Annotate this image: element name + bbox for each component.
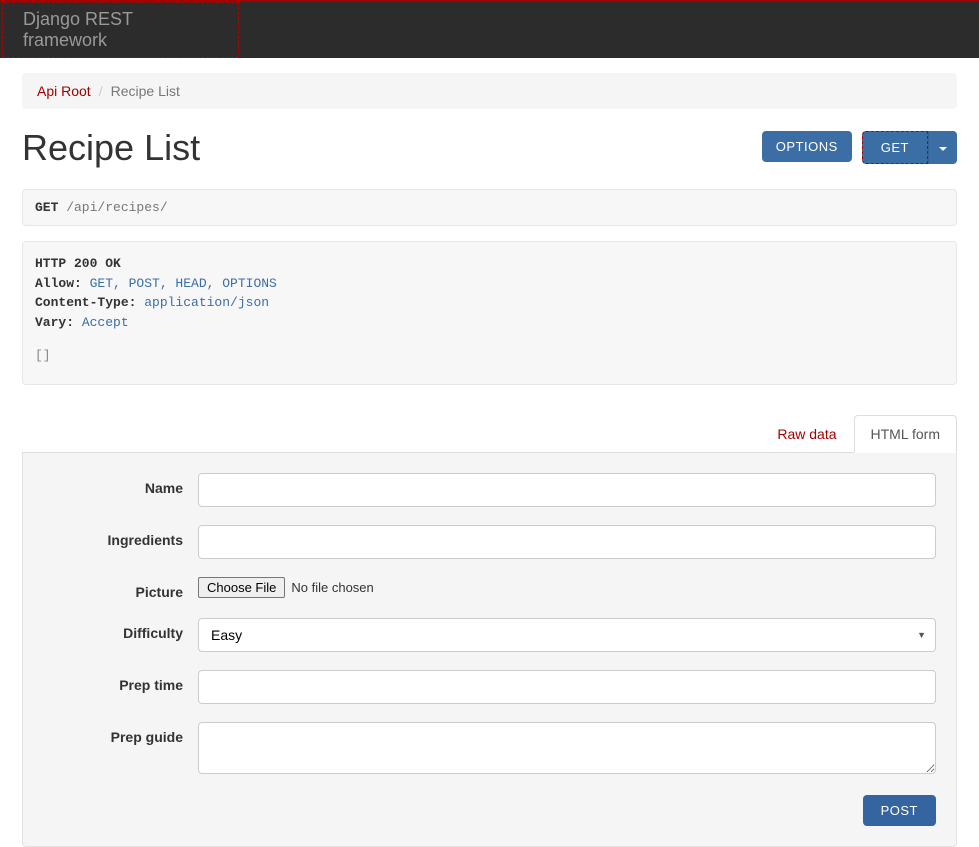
prepguide-label: Prep guide (43, 722, 198, 745)
picture-label: Picture (43, 577, 198, 600)
response-ctype-key: Content-Type: (35, 295, 136, 310)
response-body: [] (35, 346, 944, 366)
brand-link[interactable]: Django REST framework (23, 9, 218, 51)
get-button-group: GET (862, 131, 957, 164)
post-button[interactable]: POST (863, 795, 936, 826)
response-ctype-val: application/json (136, 295, 269, 310)
ingredients-input[interactable] (198, 525, 936, 559)
request-line: GET /api/recipes/ (22, 189, 957, 226)
page-title: Recipe List (22, 127, 200, 169)
response-vary-key: Vary: (35, 315, 74, 330)
request-method: GET (35, 200, 58, 215)
response-vary-val: Accept (74, 315, 129, 330)
navbar: Django REST framework (0, 0, 979, 58)
name-input[interactable] (198, 473, 936, 507)
difficulty-label: Difficulty (43, 618, 198, 641)
choose-file-button[interactable]: Choose File (198, 577, 285, 598)
form-tabs: Raw data HTML form (22, 415, 957, 453)
breadcrumb-separator: / (96, 83, 106, 99)
options-button[interactable]: OPTIONS (762, 131, 852, 162)
get-dropdown-toggle[interactable] (928, 131, 957, 164)
request-path: /api/recipes/ (58, 200, 167, 215)
brand-highlight-box: Django REST framework (2, 2, 239, 58)
preptime-label: Prep time (43, 670, 198, 693)
action-buttons: OPTIONS GET (762, 131, 957, 164)
form-panel: Name Ingredients Picture Choose File No … (22, 453, 957, 847)
tab-raw-data[interactable]: Raw data (760, 415, 853, 453)
response-status: HTTP 200 OK (35, 256, 121, 271)
name-label: Name (43, 473, 198, 496)
response-allow-key: Allow: (35, 276, 82, 291)
prepguide-textarea[interactable] (198, 722, 936, 774)
preptime-input[interactable] (198, 670, 936, 704)
tab-html-form[interactable]: HTML form (854, 415, 957, 453)
breadcrumb-api-root[interactable]: Api Root (37, 83, 91, 99)
breadcrumb: Api Root / Recipe List (22, 73, 957, 109)
response-allow-val: GET, POST, HEAD, OPTIONS (82, 276, 277, 291)
chevron-down-icon (939, 147, 947, 151)
response-box: HTTP 200 OK Allow: GET, POST, HEAD, OPTI… (22, 241, 957, 385)
difficulty-select[interactable]: Easy (198, 618, 936, 652)
ingredients-label: Ingredients (43, 525, 198, 548)
get-button[interactable]: GET (862, 131, 928, 164)
file-status-text: No file chosen (291, 580, 373, 595)
breadcrumb-current: Recipe List (111, 83, 180, 99)
